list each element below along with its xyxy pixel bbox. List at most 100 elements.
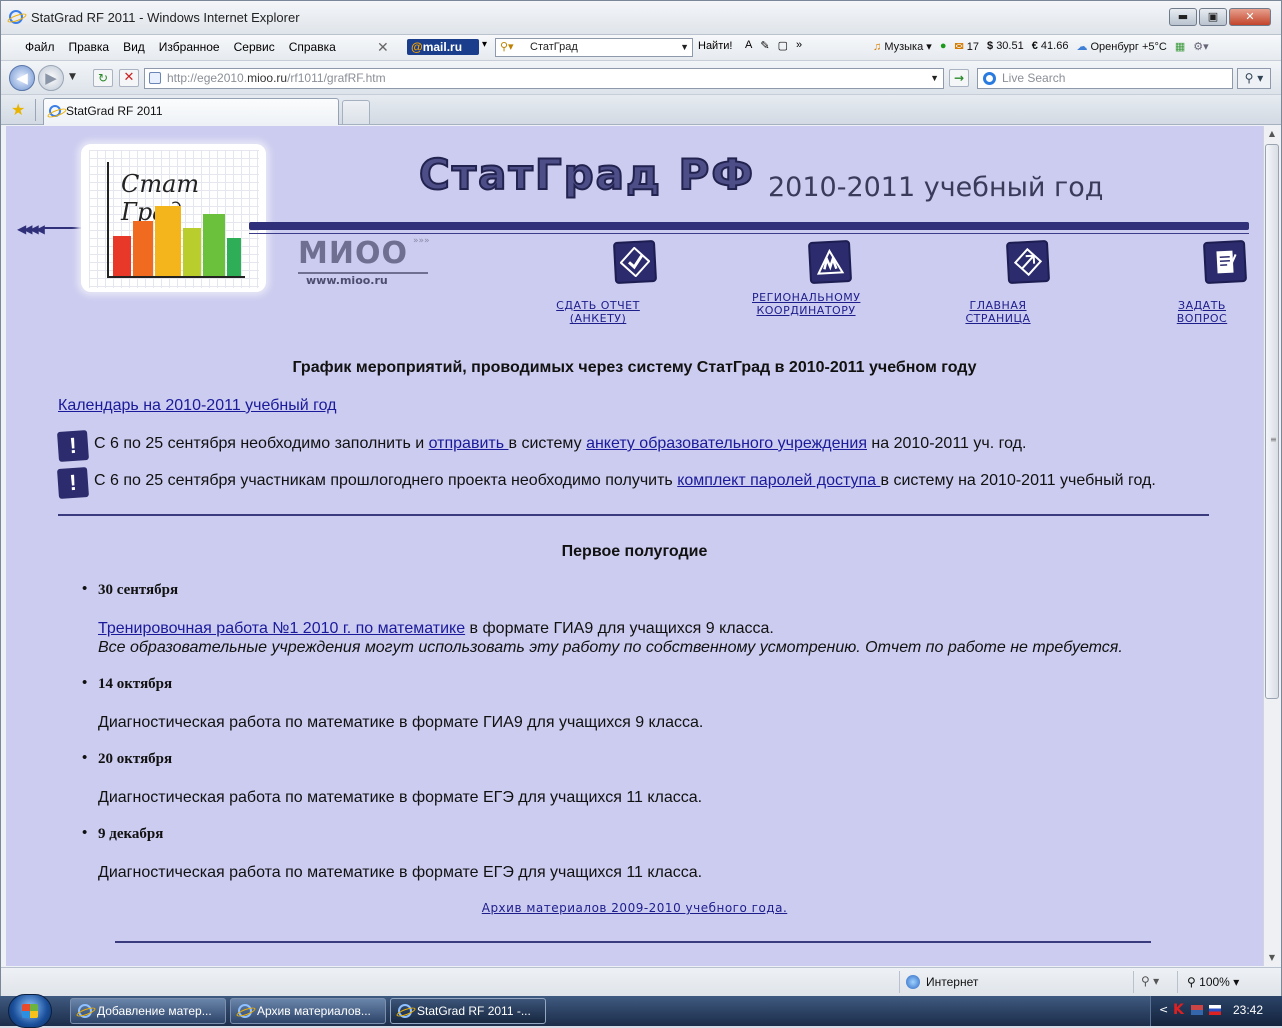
title-bar: StatGrad RF 2011 - Windows Internet Expl… [1,1,1281,35]
menu-help[interactable]: Справка [289,40,336,54]
scroll-thumb[interactable]: ≡ [1265,144,1279,699]
ask-question-icon[interactable] [1202,239,1248,285]
page-icon [149,72,161,84]
tab-label: StatGrad RF 2011 [66,104,163,118]
security-zone[interactable]: Интернет [926,975,978,989]
menu-favorites[interactable]: Избранное [159,40,220,54]
taskbar-item-statgrad[interactable]: StatGrad RF 2011 -... [390,998,546,1024]
event-date-2: 14 октября [98,676,173,692]
font-size-icon[interactable]: A [745,39,752,52]
event-item: Диагностическая работа по математике в ф… [98,788,702,807]
zoom-dropdown-icon[interactable]: ▾ [1233,975,1239,989]
tray-clock[interactable]: 23:42 [1233,1003,1263,1017]
windows-logo-icon [22,1004,38,1018]
highlight-icon[interactable]: ✎ [760,39,769,52]
chevron-down-icon[interactable]: ▼ [680,39,689,56]
address-bar: ◀ ▶ ▼ ↻ ✕ http://ege2010.mioo.ru/rf1011/… [1,61,1281,95]
menu-view[interactable]: Вид [123,40,145,54]
kaspersky-icon[interactable]: K [1173,1002,1184,1018]
usd-rate[interactable]: $ 30.51 [987,40,1024,53]
live-search-button[interactable]: ⚲ ▾ [1237,68,1271,89]
event-item: Диагностическая работа по математике в ф… [98,863,702,882]
forward-button[interactable]: ▶ [38,65,64,91]
start-button[interactable] [8,994,52,1028]
mailru-logo[interactable]: @mail.ru [407,39,479,55]
taskbar-item-archive[interactable]: Архив материалов... [230,998,386,1024]
mail-counter[interactable]: ✉ 17 [954,40,979,53]
event-3-text: Диагностическая работа по математике в ф… [98,789,703,806]
nav-submit-report[interactable]: СДАТЬ ОТЧЕТ (АНКЕТУ) [537,299,659,325]
stop-button[interactable]: ✕ [119,69,139,87]
logo-script: Стат Град [121,170,200,226]
section-title: Первое полугодие [561,543,708,560]
go-button[interactable]: → [949,69,969,87]
regional-coordinator-icon[interactable] [807,239,853,285]
more-chevron-icon[interactable]: » [796,39,802,52]
network-icon[interactable] [1191,1005,1203,1015]
report-checkmark-icon[interactable] [612,239,658,285]
favorites-star-icon[interactable]: ★ [11,100,25,119]
history-dropdown-icon[interactable]: ▼ [69,72,76,82]
nav-ask-question[interactable]: ЗАДАТЬ ВОПРОС [1154,299,1250,325]
mail-count: 17 [966,41,979,53]
passwords-link[interactable]: комплект паролей доступа [677,472,880,489]
mailru-dropdown-icon[interactable]: ▾ [482,39,487,50]
training-work-link[interactable]: Тренировочная работа №1 2010 г. по матем… [98,620,465,637]
academic-year: 2010-2011 учебный год [768,172,1104,203]
url-input[interactable]: http://ege2010.mioo.ru/rf1011/grafRF.htm… [144,68,944,89]
minimize-button[interactable]: ▬ [1169,8,1197,26]
nav-regional-coordinator[interactable]: РЕГИОНАЛЬНОМУ КООРДИНАТОРУ [752,291,860,317]
tray-expand-icon[interactable]: < [1159,1003,1168,1016]
archive-link[interactable]: Архив материалов 2009-2010 учебного года… [6,901,1263,915]
toolbar-settings-icon[interactable]: ⚙▾ [1193,40,1208,53]
dollar-icon: $ [987,40,994,52]
map-icon[interactable]: ▦ [1175,40,1185,53]
weather-widget[interactable]: ☁ Оренбург +5°C [1076,40,1166,53]
internet-globe-icon [906,975,920,989]
school-survey-link[interactable]: анкету образовательного учреждения [586,435,867,452]
statgrad-logo[interactable]: Стат Град [81,144,266,292]
taskbar: Добавление матер... Архив материалов... … [0,994,1282,1028]
menu-edit[interactable]: Правка [69,40,110,54]
menu-file[interactable]: Файл [25,40,55,54]
language-ru-icon[interactable] [1209,1005,1221,1015]
compat-refresh-button[interactable]: ↻ [93,69,113,87]
event-item: Диагностическая работа по математике в ф… [98,713,703,732]
divider-top [58,514,1209,516]
event-date-4: 9 декабря [98,826,164,842]
calendar-link[interactable]: Календарь на 2010-2011 учебный год [58,397,336,415]
mioo-logo[interactable]: МИОО [298,236,408,271]
back-button[interactable]: ◀ [9,65,35,91]
event-date-1: 30 сентября [98,582,179,598]
window-controls: ▬ ▣ ✕ [1169,8,1271,26]
scroll-down-icon[interactable]: ▼ [1264,950,1280,966]
tab-statgrad[interactable]: StatGrad RF 2011 [43,98,339,125]
agent-icon[interactable]: ● [940,40,947,53]
maximize-button[interactable]: ▣ [1199,8,1227,26]
menu: Файл Правка Вид Избранное Сервис Справка [25,40,336,54]
nav-home-label: ГЛАВНАЯ СТРАНИЦА [965,299,1031,325]
mailru-search-input[interactable]: ⚲▾ СтатГрад ▼ [495,38,693,57]
music-button[interactable]: ♫ Музыка ▾ [873,40,932,53]
notice-passwords-text: С 6 по 25 сентября участникам прошлогодн… [94,472,1156,490]
home-page-icon[interactable] [1005,239,1051,285]
toolbar-close-icon[interactable]: ✕ [377,39,389,56]
frame-icon[interactable]: ▢ [778,39,788,52]
menu-tools[interactable]: Сервис [234,40,275,54]
zoom-level[interactable]: ⚲ 100% ▾ [1187,975,1239,989]
send-link[interactable]: отправить [429,435,509,452]
search-icon: ⚲▾ [500,41,514,53]
vertical-scrollbar[interactable]: ▲ ≡ ▼ [1263,126,1280,966]
find-button[interactable]: Найти! [698,40,732,52]
mioo-url[interactable]: www.mioo.ru [306,274,388,287]
event-4-text: Диагностическая работа по математике в ф… [98,864,703,881]
live-search-input[interactable]: Live Search [977,68,1233,89]
close-button[interactable]: ✕ [1229,8,1271,26]
nav-home-page[interactable]: ГЛАВНАЯ СТРАНИЦА [942,299,1054,325]
protected-mode-icon[interactable]: ⚲ ▾ [1141,974,1159,988]
scroll-up-icon[interactable]: ▲ [1264,126,1280,142]
eur-rate[interactable]: € 41.66 [1032,40,1069,53]
address-dropdown-icon[interactable]: ▼ [930,69,939,88]
new-tab-button[interactable] [342,100,370,124]
taskbar-item-add-material[interactable]: Добавление матер... [70,998,226,1024]
